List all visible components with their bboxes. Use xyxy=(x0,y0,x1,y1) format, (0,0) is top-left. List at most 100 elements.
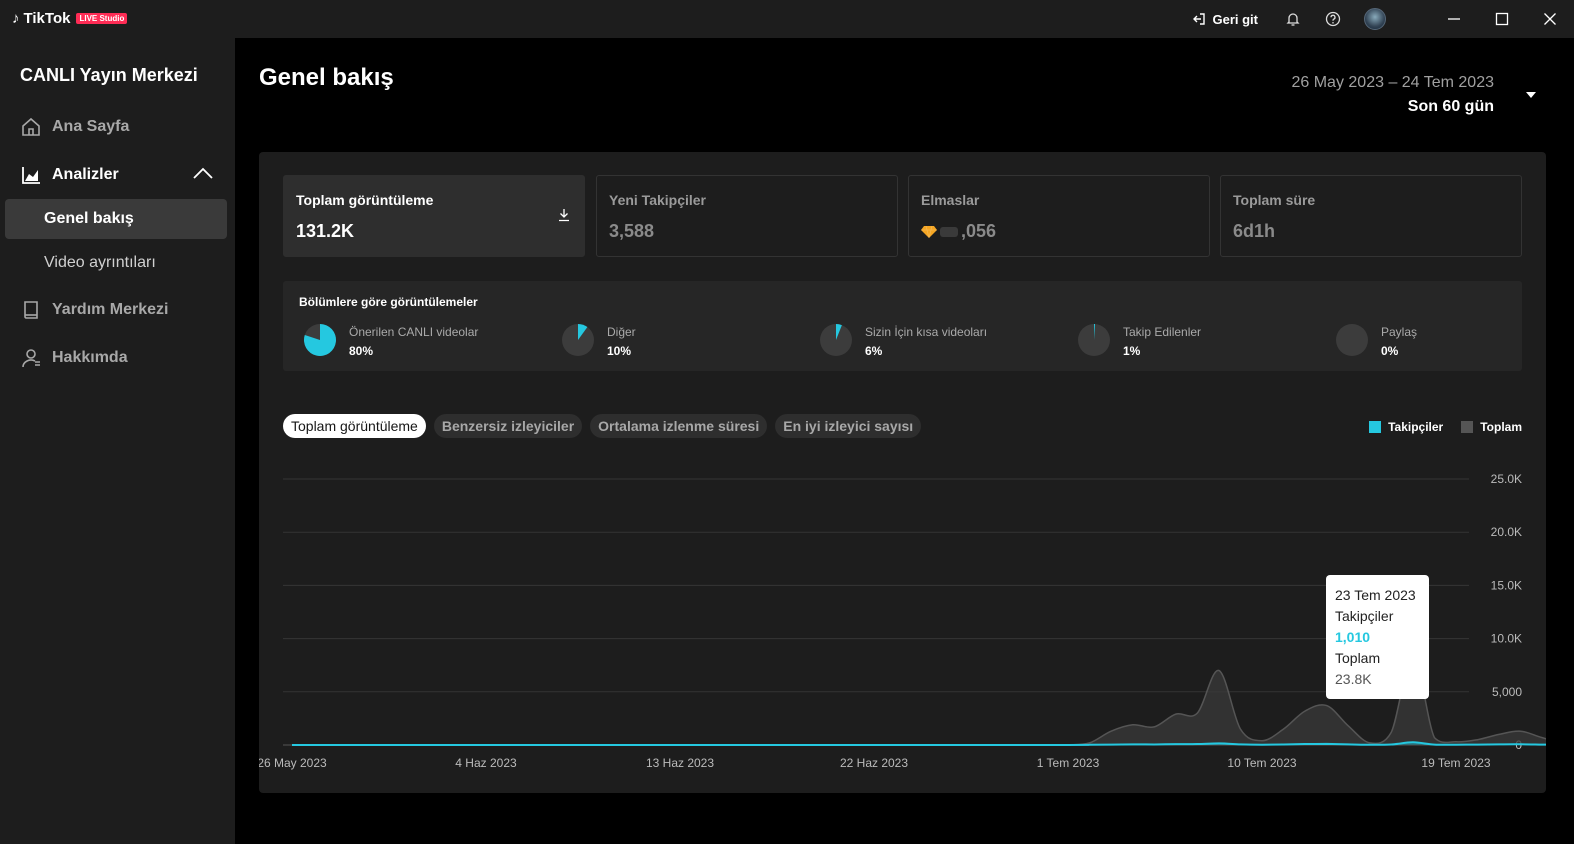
chevron-up-icon[interactable] xyxy=(192,166,214,180)
maximize-icon xyxy=(1495,12,1509,26)
user-info-icon xyxy=(22,349,40,368)
tooltip-date: 23 Tem 2023 xyxy=(1335,587,1416,603)
sidebar: CANLI Yayın Merkezi Ana Sayfa Analizler … xyxy=(0,38,235,844)
views-by-segment: Bölümlere göre görüntülemeler Önerilen C… xyxy=(283,281,1522,371)
x-tick-label: 1 Tem 2023 xyxy=(1037,756,1100,770)
pie-background xyxy=(1336,324,1368,356)
sidebar-subitem-overview[interactable]: Genel bakış xyxy=(5,199,227,239)
segment-percent: 1% xyxy=(1123,344,1141,358)
segment-name: Diğer xyxy=(607,325,636,339)
segment-item: Diğer 10% xyxy=(561,323,636,358)
sidebar-item-about[interactable]: Hakkımda xyxy=(20,347,128,369)
tab-total-views[interactable]: Toplam görüntüleme xyxy=(283,414,426,438)
minimize-icon xyxy=(1448,18,1460,20)
x-tick-label: 22 Haz 2023 xyxy=(840,756,908,770)
x-tick-label: 13 Haz 2023 xyxy=(646,756,714,770)
segment-pie xyxy=(1078,324,1110,356)
segment-pie xyxy=(562,324,594,356)
close-button[interactable] xyxy=(1526,0,1574,38)
legend-label: Takipçiler xyxy=(1388,420,1444,434)
segment-pie xyxy=(820,324,852,356)
card-value: ,056 xyxy=(961,221,997,241)
exit-arrow-icon xyxy=(1193,13,1206,25)
tooltip-followers-label: Takipçiler xyxy=(1335,608,1394,624)
sidebar-item-help-center[interactable]: Yardım Merkezi xyxy=(20,299,169,321)
tooltip-followers-value: 1,010 xyxy=(1335,629,1371,645)
tab-top-viewer-count[interactable]: En iyi izleyici sayısı xyxy=(775,414,922,438)
segment-name: Sizin İçin kısa videoları xyxy=(865,325,988,339)
card-new-followers[interactable]: Yeni Takipçiler 3,588 xyxy=(596,175,898,257)
live-studio-badge: LIVE Studio xyxy=(76,13,128,24)
chart-legend: Takipçiler Toplam xyxy=(1369,420,1522,434)
sidebar-item-label: Hakkımda xyxy=(52,349,128,366)
segment-item: Paylaş 0% xyxy=(1335,323,1417,358)
legend-swatch xyxy=(1461,421,1474,433)
segment-item: Takip Edilenler 1% xyxy=(1077,323,1201,358)
legend-swatch xyxy=(1369,421,1382,433)
date-range-selector[interactable]: 26 May 2023 – 24 Tem 2023 Son 60 gün xyxy=(1291,74,1494,116)
tooltip-total-value: 23.8K xyxy=(1335,671,1372,687)
segments-title: Bölümlere göre görüntülemeler xyxy=(299,295,478,309)
redaction-mark xyxy=(940,226,958,237)
sidebar-title: CANLI Yayın Merkezi xyxy=(20,65,198,85)
metric-tabs: Toplam görüntüleme Benzersiz izleyiciler… xyxy=(283,414,922,438)
tab-avg-watch-time[interactable]: Ortalama izlenme süresi xyxy=(590,414,768,438)
card-value: 3,588 xyxy=(609,221,655,241)
home-icon xyxy=(22,117,40,136)
legend-label: Toplam xyxy=(1480,420,1522,434)
help-icon[interactable] xyxy=(1324,10,1342,28)
chart-tooltip: 23 Tem 2023 Takipçiler 1,010 Toplam 23.8… xyxy=(1326,575,1429,699)
sidebar-item-analytics[interactable]: Analizler xyxy=(20,164,119,186)
segment-pie xyxy=(1336,324,1368,356)
tiktok-logo: ♪ TikTok LIVE Studio xyxy=(12,10,128,27)
legend-followers[interactable]: Takipçiler xyxy=(1369,420,1443,434)
card-label: Toplam görüntüleme xyxy=(296,192,434,208)
x-tick-label: 10 Tem 2023 xyxy=(1227,756,1296,770)
sidebar-item-label: Ana Sayfa xyxy=(52,118,130,135)
x-tick-label: 26 May 2023 xyxy=(259,756,327,770)
segment-item: Sizin İçin kısa videoları 6% xyxy=(819,323,987,358)
card-label: Toplam süre xyxy=(1233,192,1316,208)
back-button[interactable]: Geri git xyxy=(1192,12,1258,27)
y-tick-label: 25.0K xyxy=(1491,472,1522,486)
bell-icon[interactable] xyxy=(1284,10,1302,28)
date-range-text: 26 May 2023 – 24 Tem 2023 xyxy=(1291,74,1494,91)
card-total-duration[interactable]: Toplam süre 6d1h xyxy=(1220,175,1522,257)
maximize-button[interactable] xyxy=(1478,0,1526,38)
segment-percent: 80% xyxy=(349,344,374,358)
tooltip-total-label: Toplam xyxy=(1335,650,1381,666)
y-tick-label: 5,000 xyxy=(1492,685,1522,699)
segment-pie xyxy=(303,324,336,356)
x-tick-label: 4 Haz 2023 xyxy=(455,756,517,770)
sidebar-item-label: Analizler xyxy=(52,166,119,183)
y-tick-label: 20.0K xyxy=(1491,525,1522,539)
download-icon[interactable] xyxy=(558,208,570,222)
legend-total[interactable]: Toplam xyxy=(1461,420,1522,434)
close-icon xyxy=(1544,13,1556,25)
sidebar-item-home[interactable]: Ana Sayfa xyxy=(20,116,129,138)
y-tick-label: 10.0K xyxy=(1491,632,1522,646)
card-label: Elmaslar xyxy=(921,192,980,208)
segment-name: Paylaş xyxy=(1381,325,1418,339)
tiktok-note-icon: ♪ xyxy=(12,10,20,27)
back-label: Geri git xyxy=(1212,11,1258,27)
tab-unique-viewers[interactable]: Benzersiz izleyiciler xyxy=(433,414,583,438)
card-total-views[interactable]: Toplam görüntüleme 131.2K xyxy=(283,175,585,257)
chart-icon xyxy=(22,167,40,184)
diamond-icon xyxy=(921,225,937,238)
x-tick-label: 19 Tem 2023 xyxy=(1421,756,1490,770)
sidebar-subitem-video-details[interactable]: Video ayrıntıları xyxy=(5,243,227,283)
analytics-panel: Toplam görüntüleme 131.2K Yeni Takipçile… xyxy=(259,152,1546,793)
page-title: Genel bakış xyxy=(259,64,394,91)
segment-item: Önerilen CANLI videolar 80% xyxy=(303,323,478,358)
sidebar-item-label: Yardım Merkezi xyxy=(52,301,169,318)
segment-name: Takip Edilenler xyxy=(1123,325,1202,339)
y-tick-label: 15.0K xyxy=(1491,578,1522,592)
title-bar: ♪ TikTok LIVE Studio Geri git xyxy=(0,0,1574,38)
avatar[interactable] xyxy=(1364,8,1386,30)
book-icon xyxy=(24,301,38,319)
card-diamonds[interactable]: Elmaslar ,056 xyxy=(908,175,1210,257)
minimize-button[interactable] xyxy=(1430,0,1478,38)
caret-down-icon[interactable] xyxy=(1526,91,1536,99)
app-name: TikTok xyxy=(23,10,71,27)
